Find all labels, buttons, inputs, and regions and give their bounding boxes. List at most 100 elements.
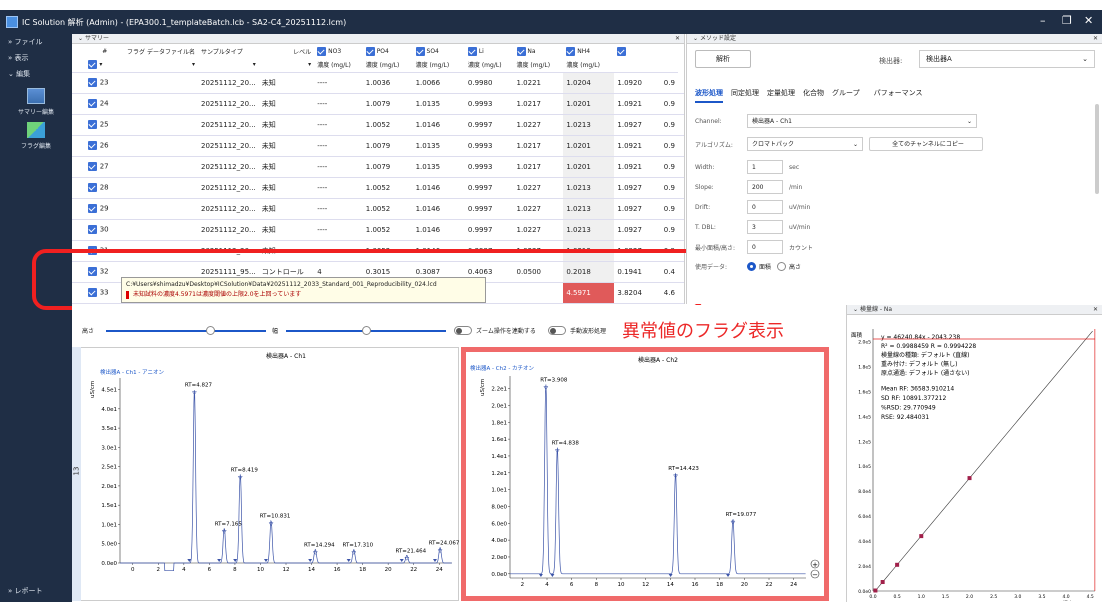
zoom-link-label: ズーム操作を連動する [476, 328, 536, 335]
peak-label: RT=14.294 [304, 543, 335, 549]
baseline-marker [346, 559, 351, 562]
chromatogram-ch1[interactable]: 検出器A - Ch1 検出器A - Ch1 - アニオン uS/cm 4.5e1 4.0… [79, 347, 460, 601]
x-axis-label: 濃度 (mg/L) [1063, 600, 1091, 601]
filter-level[interactable]: ▾ [258, 58, 315, 73]
close-icon[interactable]: ✕ [1084, 14, 1093, 27]
method-close-icon[interactable]: ✕ [1093, 34, 1098, 44]
header-na[interactable]: Na [513, 44, 564, 58]
row-checkbox[interactable]: 24 [85, 93, 125, 115]
baseline-marker [263, 559, 268, 562]
calib-stat-line: 重み付け: デフォルト (無し) [881, 360, 958, 368]
param-input[interactable]: 0 [747, 240, 783, 254]
tab-compound[interactable]: 化合物 [803, 89, 824, 97]
header-li[interactable]: Li [464, 44, 514, 58]
nav-file[interactable]: » ファイル [0, 34, 72, 50]
x-tick-label: 0.5 [894, 594, 901, 600]
y-axis-label: 面積 [851, 331, 863, 339]
height-slider-handle[interactable] [206, 326, 215, 335]
algorithm-select[interactable]: クロマトパック ⌄ [747, 137, 863, 151]
row-value: 0.9 [660, 198, 678, 220]
row-file: 20251112_20... [197, 198, 259, 220]
width-slider-handle[interactable] [362, 326, 371, 335]
plot-title: 検出器A - Ch1 [266, 352, 306, 360]
row-value: 1.0227 [513, 219, 564, 241]
height-slider-track[interactable] [106, 330, 266, 332]
peak-label: RT=3.908 [540, 377, 568, 383]
tab-waveform[interactable]: 波形処理 [695, 89, 723, 97]
chromatogram-ch2-plot: 検出器A - Ch2 検出器A - Ch2 - カチオン uS/cm 2.2e1 2.0… [470, 356, 820, 588]
y-axis-label: uS/cm [480, 379, 486, 396]
param-input[interactable]: 0 [747, 200, 783, 214]
summary-edit-icon [27, 88, 45, 104]
header-extra[interactable] [614, 44, 661, 58]
summary-close-icon[interactable]: ✕ [675, 34, 680, 44]
area-radio[interactable] [747, 262, 756, 271]
zoom-link-toggle[interactable] [454, 326, 472, 335]
tab-quant[interactable]: 定量処理 [767, 89, 795, 97]
row-type: 未知 [258, 135, 315, 157]
header-no3[interactable]: NO3 [314, 44, 363, 58]
param-input[interactable]: 1 [747, 160, 783, 174]
calib-close-icon[interactable]: ✕ [1093, 305, 1098, 315]
x-tick-label: 2.5 [990, 594, 997, 600]
nav-edit[interactable]: ⌄ 編集 [0, 66, 72, 82]
y-tick-label: 2.2e1 [491, 387, 507, 393]
table-row[interactable]: 28 20251112_20... 未知 ---- 1.0052 1.0146 0.9997… [72, 177, 684, 199]
filter-type[interactable]: ▾ [197, 58, 259, 73]
param-input[interactable]: 3 [747, 220, 783, 234]
row-checkbox[interactable]: 23 [85, 72, 125, 94]
param-input[interactable]: 200 [747, 180, 783, 194]
row-checkbox[interactable]: 28 [85, 177, 125, 199]
method-scrollbar[interactable] [1095, 104, 1099, 194]
x-tick-label: 12 [642, 582, 649, 588]
table-row[interactable]: 25 20251112_20... 未知 ---- 1.0052 1.0146 0.9997… [72, 114, 684, 136]
copy-all-channels-button[interactable]: 全てのチャンネルにコピー [869, 137, 983, 151]
tab-performance[interactable]: パフォーマンス [874, 89, 923, 97]
summary-edit-tool[interactable]: サマリー編集 [0, 88, 72, 116]
y-tick-label: 1.4e5 [858, 414, 871, 420]
table-row[interactable]: 23 20251112_20... 未知 ---- 1.0036 1.0066 0.9980… [72, 72, 684, 94]
x-tick-label: 4 [182, 567, 186, 573]
detector-select[interactable]: 検出器A ⌄ [919, 50, 1095, 68]
minimize-icon[interactable]: – [1040, 14, 1046, 27]
analyze-button[interactable]: 解析 [695, 50, 751, 68]
table-row[interactable]: 26 20251112_20... 未知 ---- 1.0079 1.0135 0.9993… [72, 135, 684, 157]
row-level: ---- [314, 219, 363, 241]
channel-select[interactable]: 検出器A - Ch1 ⌄ [747, 114, 977, 128]
x-tick-label: 4.0 [1062, 594, 1069, 600]
row-value: 0.9 [660, 114, 678, 136]
row-value: 1.0221 [513, 72, 564, 94]
row-checkbox[interactable]: 25 [85, 114, 125, 136]
tab-identification[interactable]: 同定処理 [731, 89, 759, 97]
tab-group[interactable]: グループ [832, 89, 860, 97]
calibration-panel: ⌄ 検量線 - Na✕ 面積濃度 (mg/L) 2.0e5 1.8e5 1.6e5 1.… [846, 305, 1102, 604]
signal-trace [120, 390, 452, 572]
y-tick-label: 8.0e4 [858, 489, 871, 495]
nav-report[interactable]: » レポート [8, 586, 43, 596]
calib-point [880, 580, 885, 585]
nav-view[interactable]: » 表示 [0, 50, 72, 66]
row-checkbox[interactable]: 29 [85, 198, 125, 220]
table-row[interactable]: 30 20251112_20... 未知 ---- 1.0052 1.0146 0.9997… [72, 219, 684, 241]
manual-toggle[interactable] [548, 326, 566, 335]
flag-edit-tool[interactable]: フラグ編集 [0, 122, 72, 150]
row-checkbox[interactable]: 30 [85, 219, 125, 241]
header-so4[interactable]: SO4 [412, 44, 465, 58]
x-tick-label: 22 [410, 567, 417, 573]
table-row[interactable]: 24 20251112_20... 未知 ---- 1.0079 1.0135 0.9993… [72, 93, 684, 115]
row-value: 1.0201 [563, 93, 615, 115]
chromatogram-ch2[interactable]: 検出器A - Ch2 検出器A - Ch2 - カチオン uS/cm 2.2e1 2.0… [461, 347, 829, 601]
header-nh4[interactable]: NH4 [563, 44, 615, 58]
table-row[interactable]: 29 20251112_20... 未知 ---- 1.0052 1.0146 0.9997… [72, 198, 684, 220]
height-radio[interactable] [777, 262, 787, 271]
row-checkbox[interactable]: 26 [85, 135, 125, 157]
y-tick-label: 2.0e1 [101, 484, 117, 490]
plot-subtitle: 検出器A - Ch1 - アニオン [100, 368, 164, 376]
restore-icon[interactable]: ❐ [1062, 14, 1072, 27]
row-checkbox[interactable]: 27 [85, 156, 125, 178]
select-all-checkbox[interactable]: ▾ [85, 58, 125, 73]
header-po4[interactable]: PO4 [362, 44, 413, 58]
filter-flag[interactable]: ▾ [124, 58, 198, 73]
table-row[interactable]: 27 20251112_20... 未知 ---- 1.0079 1.0135 0.9993… [72, 156, 684, 178]
y-tick-label: 4.5e1 [101, 388, 117, 394]
